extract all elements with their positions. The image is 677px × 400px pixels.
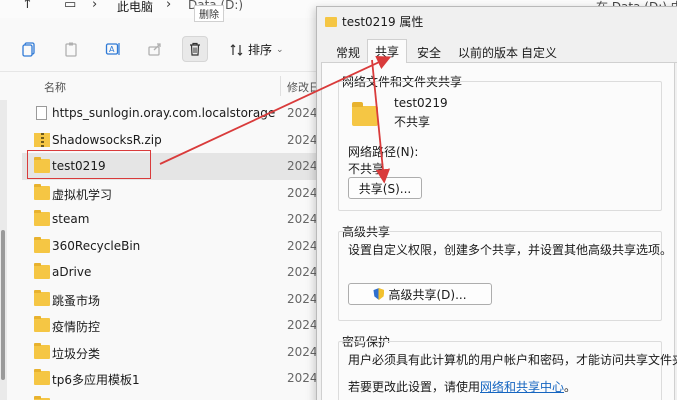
folder-icon (34, 289, 50, 306)
file-name: https_sunlogin.oray.com.localstorage (52, 106, 276, 120)
file-name: 360RecycleBin (52, 238, 141, 253)
paste-button[interactable] (58, 36, 84, 62)
file-row[interactable]: 2024/2 (22, 392, 332, 400)
svg-text:A: A (109, 45, 115, 54)
password-description: 用户必须具有此计算机的用户帐户和密码，才能访问共享文件夹。 (348, 353, 677, 367)
folder-icon (34, 263, 50, 279)
file-name: 虚拟机学习 (52, 187, 113, 202)
sort-label: 排序 (248, 43, 273, 57)
zip-file-icon (34, 132, 50, 147)
pc-icon: ▭ (64, 0, 77, 12)
breadcrumb-this-pc[interactable]: 此电脑 (117, 0, 153, 15)
navigation-pane-scrollbar[interactable] (0, 100, 7, 400)
folder-icon (34, 236, 50, 253)
up-arrow-icon[interactable]: ↑ (22, 0, 33, 12)
trash-icon (190, 42, 200, 56)
advanced-share-description: 设置自定义权限，创建多个共享，并设置其他高级共享选项。 (348, 243, 673, 257)
file-name: 垃圾分类 (52, 346, 101, 361)
file-name: 疫情防控 (52, 320, 101, 334)
sort-button[interactable]: 排序 ⌄ (230, 41, 284, 58)
column-name[interactable]: 名称 (44, 79, 66, 95)
folder-icon (352, 102, 378, 126)
share-status: 不共享 (394, 115, 431, 129)
network-sharing-center-link[interactable]: 网络和共享中心 (480, 380, 564, 394)
copy-button[interactable] (16, 36, 42, 62)
file-row[interactable]: 疫情防控 2024/2 (22, 312, 332, 339)
paste-icon (65, 42, 77, 57)
file-list: https_sunlogin.oray.com.localstorage 2024… (22, 100, 332, 400)
dialog-title: test0219 属性 (342, 15, 424, 29)
network-path-value: 不共享 (348, 162, 385, 176)
folder-icon (34, 183, 50, 200)
file-row[interactable]: tp6多应用模板1 2024/2 (22, 365, 332, 392)
dialog-title-bar: test0219 属性 (325, 13, 423, 30)
file-name: ShadowsocksR.zip (52, 132, 162, 147)
uac-shield-icon (373, 288, 385, 300)
properties-dialog: test0219 属性 常规 共享 安全 以前的版本 自定义 网络文件和文件夹共… (316, 6, 677, 400)
file-row[interactable]: https_sunlogin.oray.com.localstorage 2024… (22, 100, 332, 127)
folder-icon (34, 342, 50, 359)
file-name: aDrive (52, 265, 92, 279)
password-change-suffix: 。 (564, 380, 577, 394)
file-row[interactable]: aDrive 2024/2 (22, 259, 332, 286)
file-row[interactable]: 360RecycleBin 2024/2 (22, 233, 332, 260)
delete-tooltip: 删除 (194, 5, 224, 22)
annotation-highlight-box (27, 150, 151, 179)
scrollbar-thumb[interactable] (1, 230, 5, 380)
folder-icon (34, 210, 50, 226)
rename-button[interactable]: A (100, 36, 126, 62)
chevron-right-icon: › (92, 0, 98, 12)
file-row[interactable]: 虚拟机学习 2024/2 (22, 180, 332, 207)
folder-icon (325, 16, 337, 27)
column-header: 名称 修改日 (0, 76, 330, 96)
sharing-tab-panel: 网络文件和文件夹共享 test0219 不共享 网络路径(N): 不共享 共享(… (321, 63, 677, 400)
tab-security[interactable]: 安全 (410, 41, 448, 63)
sort-icon (230, 43, 243, 56)
share-button[interactable] (142, 36, 168, 62)
copy-icon (22, 42, 35, 57)
share-button[interactable]: 共享(S)... (348, 177, 422, 199)
advanced-share-button-label: 高级共享(D)... (388, 287, 467, 302)
shared-folder-name: test0219 (394, 96, 448, 110)
column-divider[interactable] (280, 76, 281, 96)
rename-icon: A (105, 43, 120, 55)
file-name: steam (52, 212, 90, 226)
folder-icon (34, 316, 50, 332)
file-row[interactable]: 跳蚤市场 2024/2 (22, 286, 332, 313)
command-bar: A 排序 ⌄ (0, 26, 330, 72)
chevron-right-icon: › (166, 0, 172, 12)
delete-button[interactable] (182, 36, 208, 62)
file-icon (36, 106, 47, 120)
file-row[interactable]: 垃圾分类 2024/2 (22, 339, 332, 366)
tab-strip: 常规 共享 安全 以前的版本 自定义 (321, 39, 677, 64)
advanced-share-button[interactable]: 高级共享(D)... (348, 283, 492, 305)
network-path-label: 网络路径(N): (348, 145, 419, 159)
chevron-down-icon: ⌄ (276, 44, 284, 55)
file-name: tp6多应用模板1 (52, 373, 140, 387)
file-row[interactable]: steam 2024/2 (22, 206, 332, 233)
tab-general[interactable]: 常规 (329, 41, 367, 63)
file-name: 跳蚤市场 (52, 293, 101, 308)
folder-icon (34, 369, 50, 385)
share-icon (148, 43, 161, 56)
tab-customize[interactable]: 自定义 (514, 41, 564, 63)
tab-sharing[interactable]: 共享 (367, 39, 408, 64)
password-change-line: 若要更改此设置，请使用网络和共享中心。 (348, 378, 576, 395)
password-change-prefix: 若要更改此设置，请使用 (348, 380, 481, 394)
